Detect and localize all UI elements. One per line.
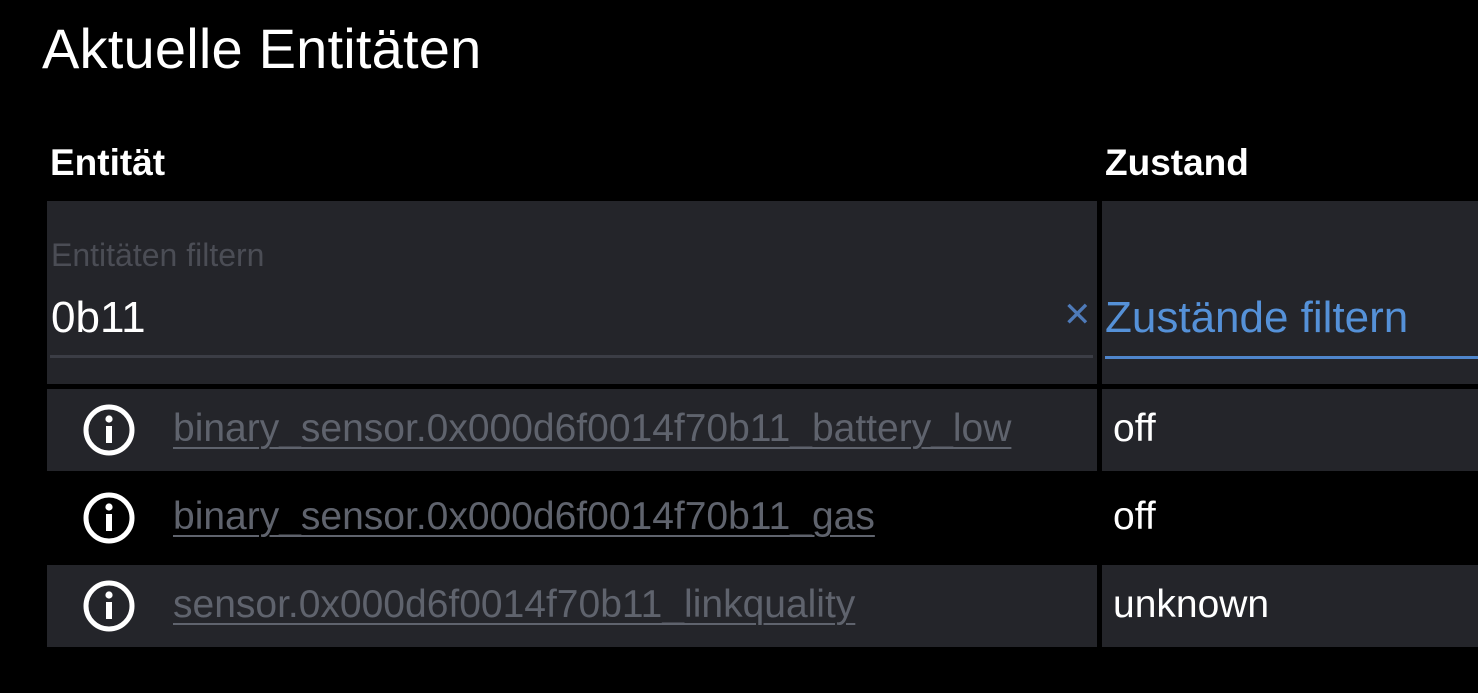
state-filter-underline bbox=[1105, 356, 1478, 359]
state-cell: off bbox=[1102, 477, 1478, 559]
info-icon[interactable] bbox=[82, 491, 136, 545]
info-icon[interactable] bbox=[82, 579, 136, 633]
close-icon[interactable]: ✕ bbox=[1063, 297, 1092, 333]
state-filter-cell: Zustände filtern bbox=[1102, 201, 1478, 384]
state-value: off bbox=[1113, 407, 1156, 450]
entity-filter-field[interactable]: Entitäten filtern 0b11 bbox=[47, 201, 1097, 384]
entity-link[interactable]: binary_sensor.0x000d6f0014f70b11_battery… bbox=[173, 403, 1011, 455]
entity-filter-input[interactable]: 0b11 bbox=[51, 293, 146, 343]
entity-filter-underline bbox=[50, 355, 1093, 358]
state-filter-input[interactable]: Zustände filtern bbox=[1105, 293, 1408, 343]
table-row: sensor.0x000d6f0014f70b11_linkquality bbox=[47, 565, 1097, 647]
entity-filter-label: Entitäten filtern bbox=[51, 237, 265, 273]
state-value: off bbox=[1113, 495, 1156, 538]
page-title: Aktuelle Entitäten bbox=[42, 17, 482, 80]
entity-link[interactable]: binary_sensor.0x000d6f0014f70b11_gas bbox=[173, 491, 875, 543]
info-icon[interactable] bbox=[82, 403, 136, 457]
column-header-entity[interactable]: Entität bbox=[50, 140, 165, 186]
entity-link[interactable]: sensor.0x000d6f0014f70b11_linkquality bbox=[173, 579, 855, 631]
state-cell: off bbox=[1102, 389, 1478, 471]
table-row: binary_sensor.0x000d6f0014f70b11_gas bbox=[47, 477, 1097, 559]
state-value: unknown bbox=[1113, 583, 1270, 626]
table-row: binary_sensor.0x000d6f0014f70b11_battery… bbox=[47, 389, 1097, 471]
column-header-state[interactable]: Zustand bbox=[1105, 140, 1249, 186]
entity-filter-cell: Entitäten filtern 0b11 ✕ bbox=[47, 201, 1097, 384]
state-cell: unknown bbox=[1102, 565, 1478, 647]
